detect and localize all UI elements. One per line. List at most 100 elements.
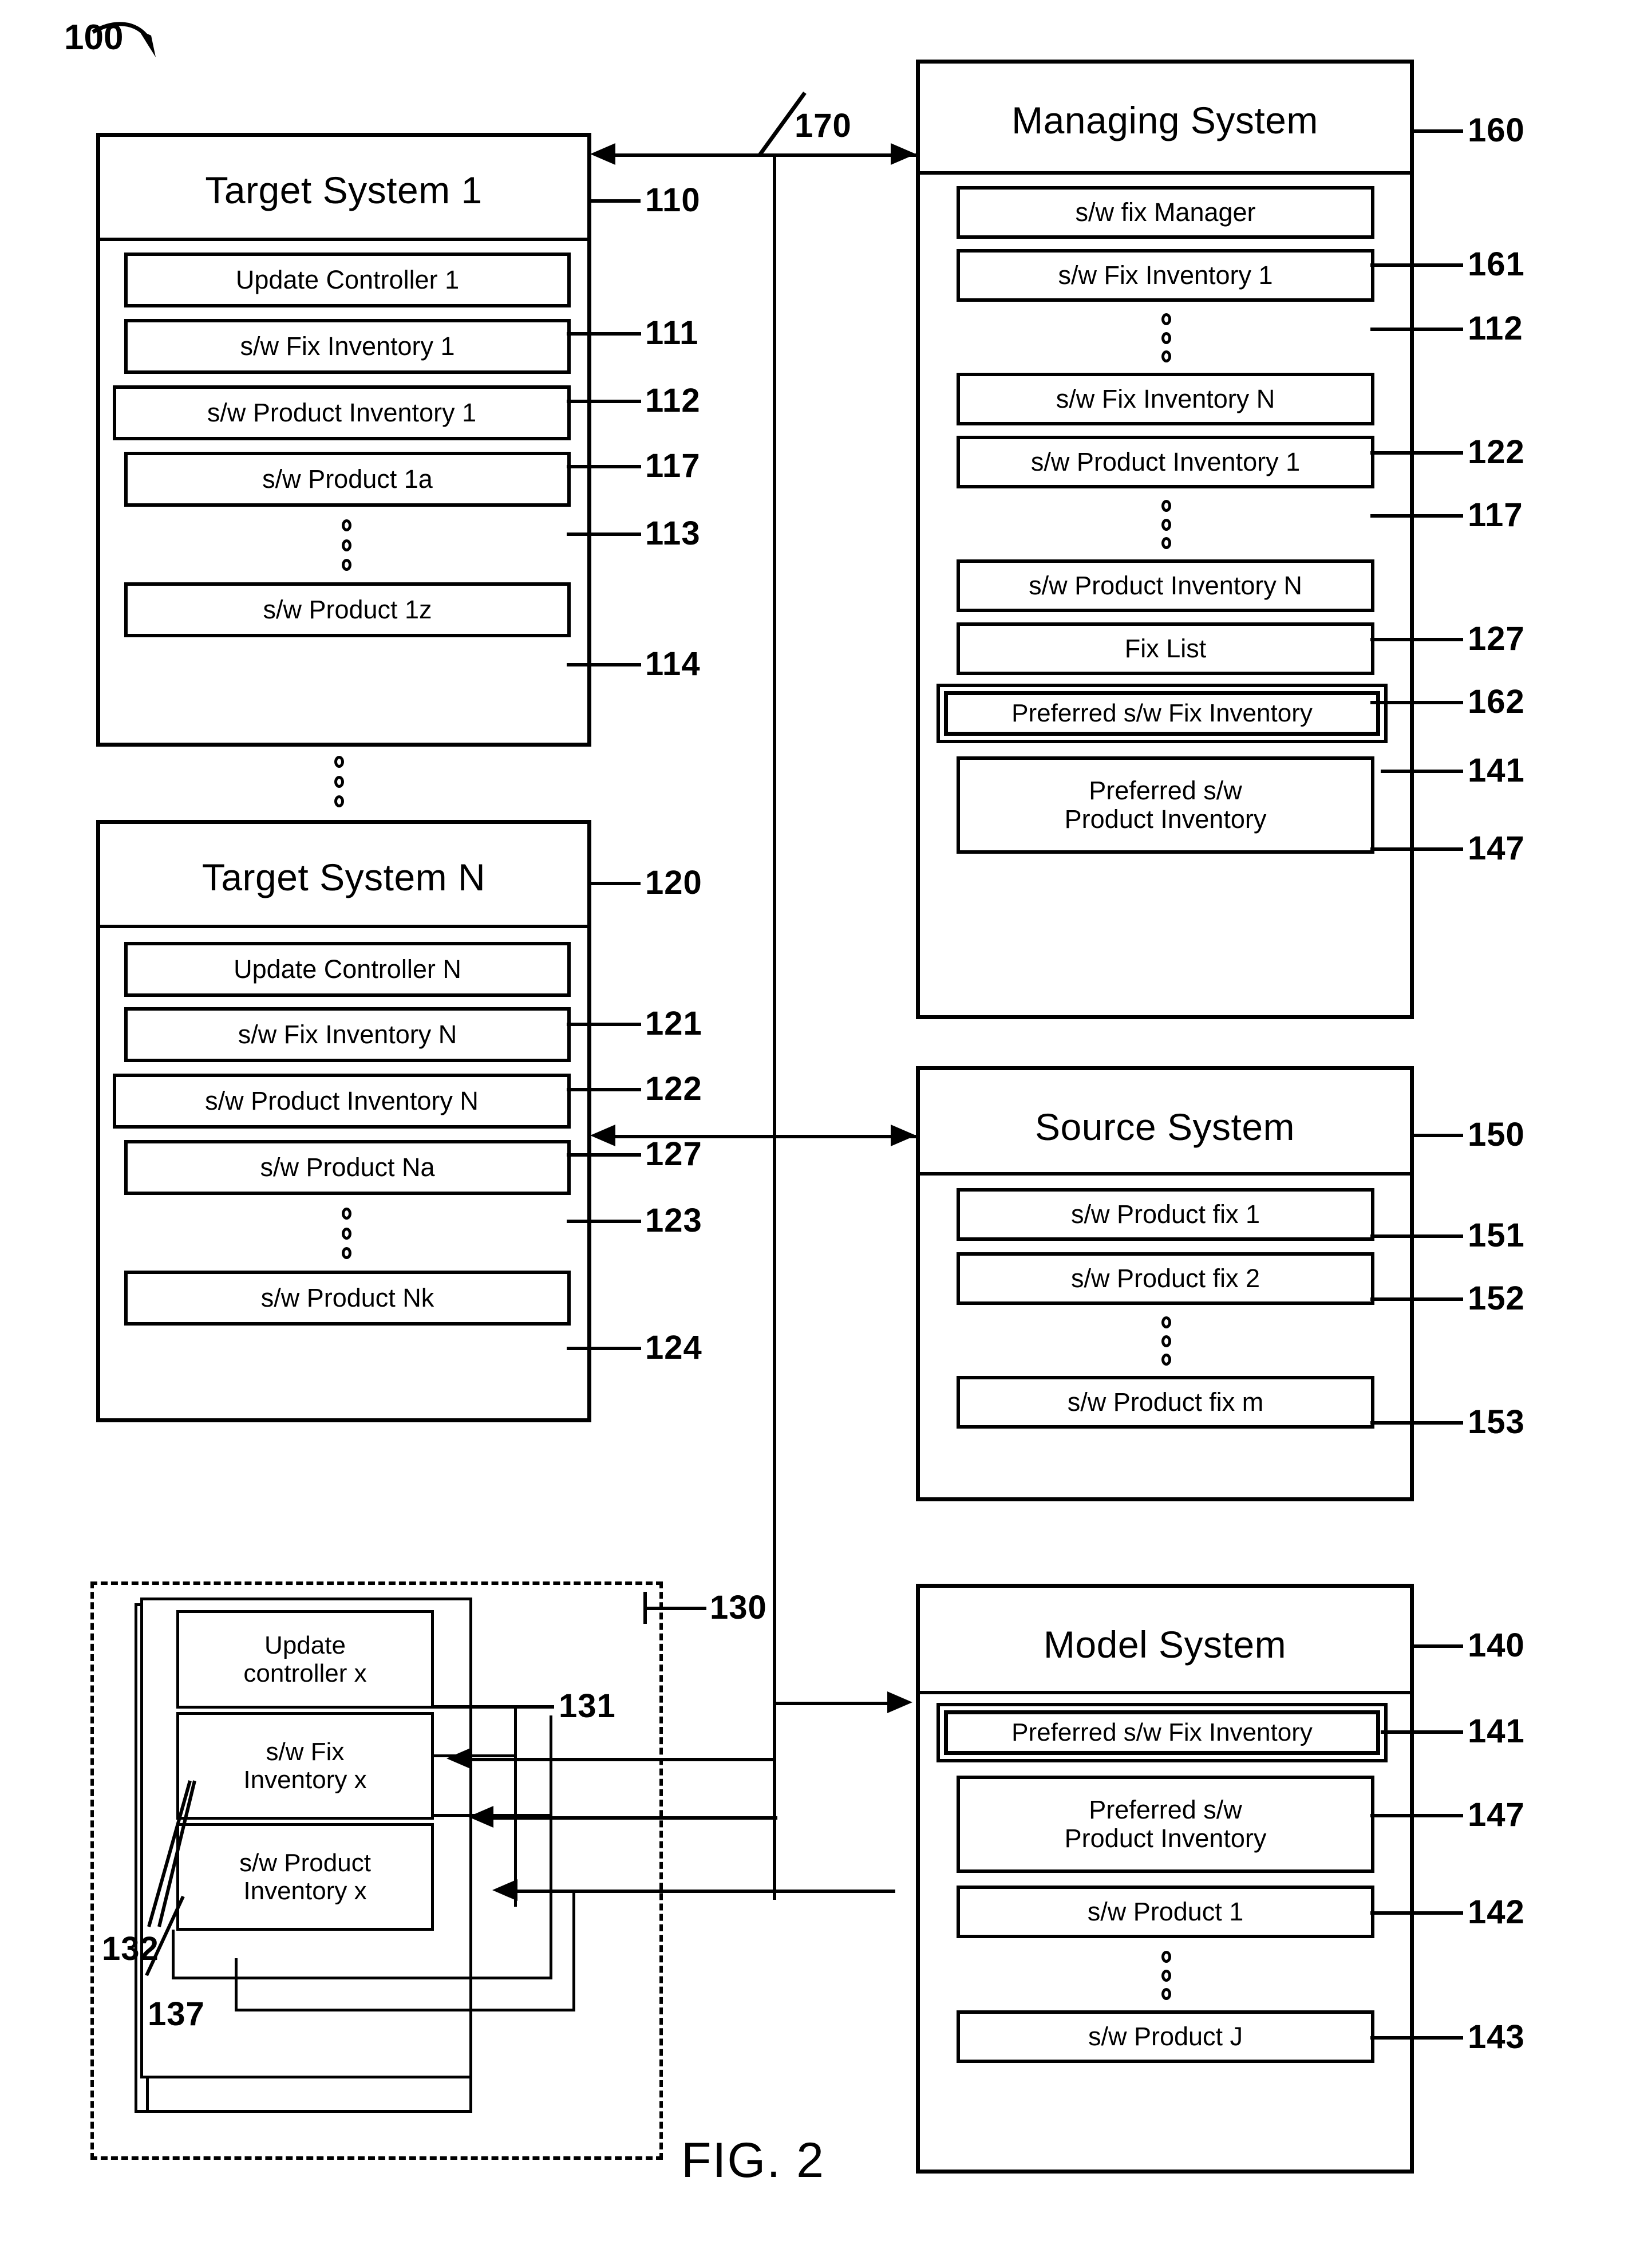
managing-system-title: Managing System (1011, 99, 1318, 141)
lead-117b (1370, 514, 1463, 518)
feedback-line-1 (472, 1758, 776, 1761)
model-preferred-fix-inventory[interactable]: Preferred s/w Fix Inventory (944, 1710, 1380, 1755)
ref-140: 140 (1468, 1627, 1525, 1664)
ref-142: 142 (1468, 1894, 1525, 1931)
ref-130: 130 (710, 1589, 767, 1626)
lead-114 (567, 663, 641, 666)
lead-120 (591, 882, 641, 885)
managing-fix-inventory-1[interactable]: s/w Fix Inventory 1 (957, 249, 1374, 302)
ref-117b: 117 (1468, 496, 1523, 534)
source-product-fix-m[interactable]: s/w Product fix m (957, 1376, 1374, 1429)
lead-122b (1370, 451, 1463, 455)
ref-114: 114 (645, 645, 701, 683)
source-system: Source System s/w Product fix 1 s/w Prod… (916, 1066, 1414, 1501)
targetn-product-nk[interactable]: s/w Product Nk (124, 1271, 571, 1326)
target-system-1: Target System 1 Update Controller 1 s/w … (96, 133, 591, 747)
targetn-product-na[interactable]: s/w Product Na (124, 1140, 571, 1195)
managing-preferred-fix-inventory[interactable]: Preferred s/w Fix Inventory (944, 691, 1380, 736)
ref-153: 153 (1468, 1403, 1525, 1441)
ref-127a: 127 (645, 1135, 702, 1173)
lead-153 (1370, 1421, 1463, 1425)
ref-152: 152 (1468, 1280, 1525, 1317)
managing-product-inventory-n[interactable]: s/w Product Inventory N (957, 559, 1374, 612)
lead-111 (567, 332, 641, 336)
module130-return-h2 (432, 1814, 552, 1817)
model-system-title: Model System (1043, 1623, 1287, 1666)
callout-100-arrow (92, 22, 156, 57)
lead-121 (567, 1023, 641, 1026)
target1-product-1z[interactable]: s/w Product 1z (124, 582, 571, 637)
lead-150 (1414, 1134, 1463, 1137)
model-products-ellipsis (1160, 1951, 1172, 2000)
ref-122a: 122 (645, 1070, 702, 1107)
ref-123: 123 (645, 1202, 702, 1239)
ref-132: 132 (102, 1930, 159, 1967)
lead-127a (567, 1153, 641, 1157)
module130-return-h1 (432, 1754, 517, 1757)
model-product-1[interactable]: s/w Product 1 (957, 1886, 1374, 1938)
targetn-products-ellipsis (341, 1208, 352, 1259)
target-system-n: Target System N Update Controller N s/w … (96, 820, 591, 1422)
ref-112a: 112 (645, 382, 701, 419)
managing-product-inventory-1[interactable]: s/w Product Inventory 1 (957, 436, 1374, 488)
ref-111: 111 (645, 314, 699, 352)
ref-160: 160 (1468, 112, 1525, 149)
target1-fix-inventory[interactable]: s/w Fix Inventory 1 (124, 319, 571, 374)
ref-131: 131 (559, 1687, 616, 1725)
target-system-n-divider (100, 925, 587, 928)
arrow-feedback-1 (446, 1748, 472, 1769)
ref-112b: 112 (1468, 310, 1523, 347)
target-system-n-title: Target System N (201, 856, 486, 898)
module130-return-h4 (235, 2009, 575, 2011)
source-product-fix-1[interactable]: s/w Product fix 1 (957, 1188, 1374, 1241)
arrow-to-source-system (891, 1125, 916, 1146)
lead-131 (434, 1705, 554, 1709)
managing-fix-list[interactable]: Fix List (957, 622, 1374, 675)
arrow-to-target-system-1 (590, 143, 615, 165)
targetn-update-controller[interactable]: Update Controller N (124, 942, 571, 997)
target1-products-ellipsis (341, 519, 352, 571)
ref-147b: 147 (1468, 1796, 1525, 1833)
lead-122a (567, 1088, 641, 1091)
lead-141a (1381, 770, 1463, 773)
model-system-divider (920, 1691, 1410, 1694)
ref-122b: 122 (1468, 433, 1525, 471)
lead-127b (1370, 638, 1463, 641)
ref-150: 150 (1468, 1116, 1525, 1153)
bus-tsn-source (615, 1135, 916, 1138)
target1-update-controller[interactable]: Update Controller 1 (124, 253, 571, 307)
lead-147a (1370, 847, 1463, 851)
targetn-product-inventory[interactable]: s/w Product Inventory N (113, 1074, 571, 1129)
managing-fix-inventory-n[interactable]: s/w Fix Inventory N (957, 373, 1374, 425)
module130-return-v4 (235, 1958, 238, 2011)
ref-110: 110 (645, 182, 701, 219)
lead-162 (1370, 701, 1463, 704)
lead-117a (567, 465, 641, 468)
newsys-update-controller-x[interactable]: Update controller x (176, 1610, 434, 1709)
ref-137: 137 (148, 1995, 205, 2033)
managing-product-inventory-ellipsis (1160, 500, 1172, 549)
target1-product-1a[interactable]: s/w Product 1a (124, 452, 571, 507)
targetn-fix-inventory[interactable]: s/w Fix Inventory N (124, 1007, 571, 1062)
ref-162: 162 (1468, 683, 1525, 720)
model-preferred-product-inventory[interactable]: Preferred s/w Product Inventory (957, 1776, 1374, 1873)
ref-127b: 127 (1468, 620, 1525, 657)
source-product-fix-2[interactable]: s/w Product fix 2 (957, 1252, 1374, 1305)
model-product-j[interactable]: s/w Product J (957, 2010, 1374, 2063)
ref-113: 113 (645, 515, 701, 552)
managing-system-divider (920, 171, 1410, 175)
target1-product-inventory[interactable]: s/w Product Inventory 1 (113, 385, 571, 440)
lead-140 (1414, 1644, 1463, 1648)
bus-to-model-system (773, 1702, 891, 1705)
lead-147b (1370, 1814, 1463, 1817)
lead-160 (1414, 129, 1463, 133)
arrow-feedback-2 (468, 1806, 493, 1828)
lead-112a (567, 400, 641, 403)
managing-fix-manager[interactable]: s/w fix Manager (957, 186, 1374, 239)
managing-preferred-product-inventory[interactable]: Preferred s/w Product Inventory (957, 756, 1374, 854)
bus-vertical-trunk (773, 153, 776, 1900)
lead-143 (1370, 2036, 1463, 2040)
lead-124 (567, 1347, 641, 1350)
module130-return-v3 (172, 1930, 175, 1979)
lead-141b (1381, 1730, 1463, 1734)
